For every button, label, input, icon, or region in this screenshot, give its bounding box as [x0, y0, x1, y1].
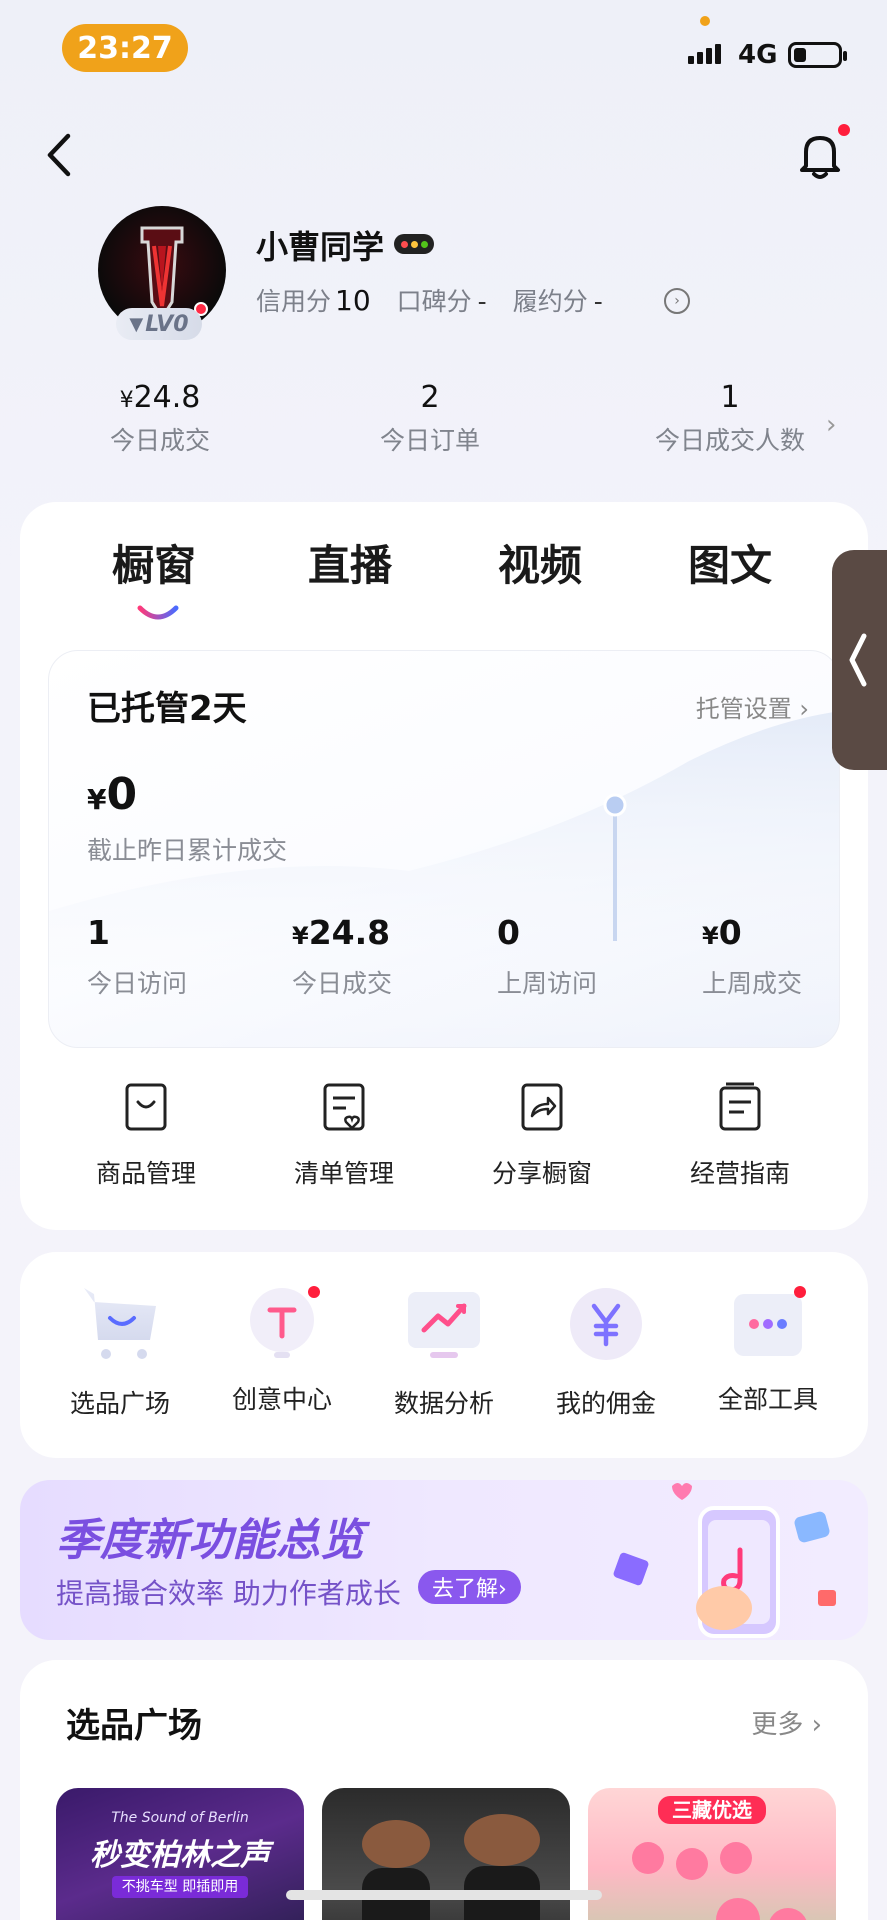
chevron-left-icon	[849, 633, 867, 687]
tool-my-commission[interactable]: 我的佣金	[536, 1284, 676, 1420]
credit-value: 10	[335, 284, 371, 317]
tool-data-analysis[interactable]: 数据分析	[374, 1284, 514, 1420]
network-label: 4G	[738, 40, 778, 70]
tool-all-tools[interactable]: 全部工具	[698, 1284, 838, 1416]
reputation-value: -	[477, 287, 487, 316]
trend-chart-icon	[408, 1292, 480, 1358]
active-tab-indicator	[137, 605, 179, 620]
showcase-card: 橱窗 直播 视频 图文 已托管2天 托管设置 › ¥0 截止昨日累计成交 1 今…	[20, 502, 868, 1230]
daily-stats[interactable]: ¥24.8 今日成交 2 今日订单 1 今日成交人数	[0, 380, 887, 470]
section-title: 选品广场	[66, 1706, 202, 1746]
tab-graphic[interactable]: 图文	[688, 532, 772, 593]
level-label: LV0	[145, 311, 189, 337]
action-list-management[interactable]: 清单管理	[264, 1082, 424, 1190]
product-card-3[interactable]: 三藏优选	[588, 1788, 836, 1920]
level-badge[interactable]: ▼ LV0	[116, 308, 202, 340]
banner-subtitle: 提高撮合效率 助力作者成长	[56, 1577, 401, 1610]
tab-live[interactable]: 直播	[308, 532, 392, 593]
creative-center-dot	[308, 1286, 320, 1298]
tab-video[interactable]: 视频	[498, 532, 582, 593]
yen-coin-icon	[570, 1288, 642, 1360]
tools-card: 选品广场 创意中心 数据分析 我的佣金 全部工具	[20, 1252, 868, 1458]
metric-last-week-sales: ¥0 上周成交	[702, 913, 803, 998]
phone-illustration-icon	[613, 1483, 836, 1638]
level-chevron-icon: ▼	[129, 313, 144, 335]
home-indicator[interactable]	[286, 1890, 602, 1900]
product-1-headline: The Sound of Berlin	[111, 1810, 249, 1826]
product-3-badge: 三藏优选	[658, 1796, 766, 1824]
product-1-tag: 不挑车型 即插即用	[111, 1876, 249, 1898]
product-card-2[interactable]	[322, 1788, 570, 1920]
reputation-label: 口碑分	[396, 287, 472, 316]
tab-bar: 橱窗 直播 视频 图文	[20, 532, 868, 632]
credit-label: 信用分	[256, 287, 332, 316]
score-row[interactable]: 信用分 10 口碑分 - 履约分 -	[256, 282, 629, 318]
action-product-management[interactable]: 商品管理	[66, 1082, 226, 1190]
back-arrow-icon	[47, 133, 71, 177]
stat-today-sales: ¥24.8 今日成交	[109, 380, 210, 455]
section-more-link[interactable]: 更多 ›	[751, 1704, 822, 1741]
battery-icon	[788, 42, 847, 68]
managed-title: 已托管2天	[87, 689, 247, 729]
banner-title: 季度新功能总览	[56, 1515, 364, 1566]
managed-settings-link[interactable]: 托管设置 ›	[696, 689, 809, 724]
notification-button[interactable]	[796, 128, 844, 180]
action-share-showcase[interactable]: 分享橱窗	[462, 1082, 622, 1190]
side-drawer-handle[interactable]	[832, 550, 887, 770]
product-bag-icon	[125, 1083, 167, 1131]
contract-label: 履约分	[512, 287, 588, 316]
headrest-image	[362, 1814, 540, 1920]
bear-toys-image	[632, 1842, 807, 1920]
all-tools-dot	[794, 1286, 806, 1298]
tool-creative-center[interactable]: 创意中心	[212, 1284, 352, 1416]
stats-chevron-icon[interactable]: ›	[826, 410, 836, 440]
stat-today-orders: 2 今日订单	[379, 380, 480, 455]
product-1-tag-wrap: 不挑车型 即插即用	[56, 1876, 304, 1898]
privacy-indicator-dot	[700, 16, 710, 26]
cart-icon	[84, 1288, 156, 1359]
notification-dot	[838, 124, 850, 136]
product-card-1[interactable]: The Sound of Berlin 秒变柏林之声 不挑车型 即插即用	[56, 1788, 304, 1920]
status-time: 23:27	[62, 24, 188, 72]
tool-selection-plaza[interactable]: 选品广场	[50, 1284, 190, 1420]
action-business-guide[interactable]: 经营指南	[660, 1082, 820, 1190]
metric-last-week-visits: 0 上周访问	[497, 913, 598, 998]
cumulative-sales-label: 截止昨日累计成交	[87, 836, 288, 865]
status-lights-icon	[394, 234, 434, 254]
product-1-title: 秒变柏林之声	[90, 1838, 270, 1873]
list-heart-icon	[323, 1083, 365, 1131]
selection-plaza-section: 选品广场 更多 › The Sound of Berlin 秒变柏林之声 不挑车…	[20, 1660, 868, 1920]
managed-summary[interactable]: 已托管2天 托管设置 › ¥0 截止昨日累计成交 1 今日访问 ¥24.8 今日…	[48, 650, 840, 1048]
chevron-right-icon: ›	[811, 1710, 822, 1740]
cumulative-sales: ¥0	[87, 769, 138, 820]
product-3-badge-wrap: 三藏优选	[588, 1794, 836, 1824]
metric-today-visits: 1 今日访问	[87, 913, 188, 998]
metric-today-sales: ¥24.8 今日成交	[292, 913, 393, 998]
signal-icon	[688, 44, 721, 64]
banner-learn-more-button[interactable]: 去了解›	[418, 1570, 521, 1604]
promo-banner[interactable]: 季度新功能总览 提高撮合效率 助力作者成长 去了解›	[20, 1480, 868, 1640]
guide-book-icon	[719, 1082, 761, 1131]
showcase-actions: 商品管理 清单管理 分享橱窗 经营指南	[20, 1082, 868, 1202]
back-button[interactable]	[40, 130, 80, 180]
score-detail-icon[interactable]: ›	[664, 288, 690, 314]
share-icon	[521, 1083, 563, 1131]
user-name: 小曹同学	[256, 228, 385, 266]
tab-showcase[interactable]: 橱窗	[112, 532, 196, 593]
contract-value: -	[593, 287, 603, 316]
stat-today-buyers: 1 今日成交人数	[654, 380, 805, 455]
bell-icon	[800, 136, 840, 179]
